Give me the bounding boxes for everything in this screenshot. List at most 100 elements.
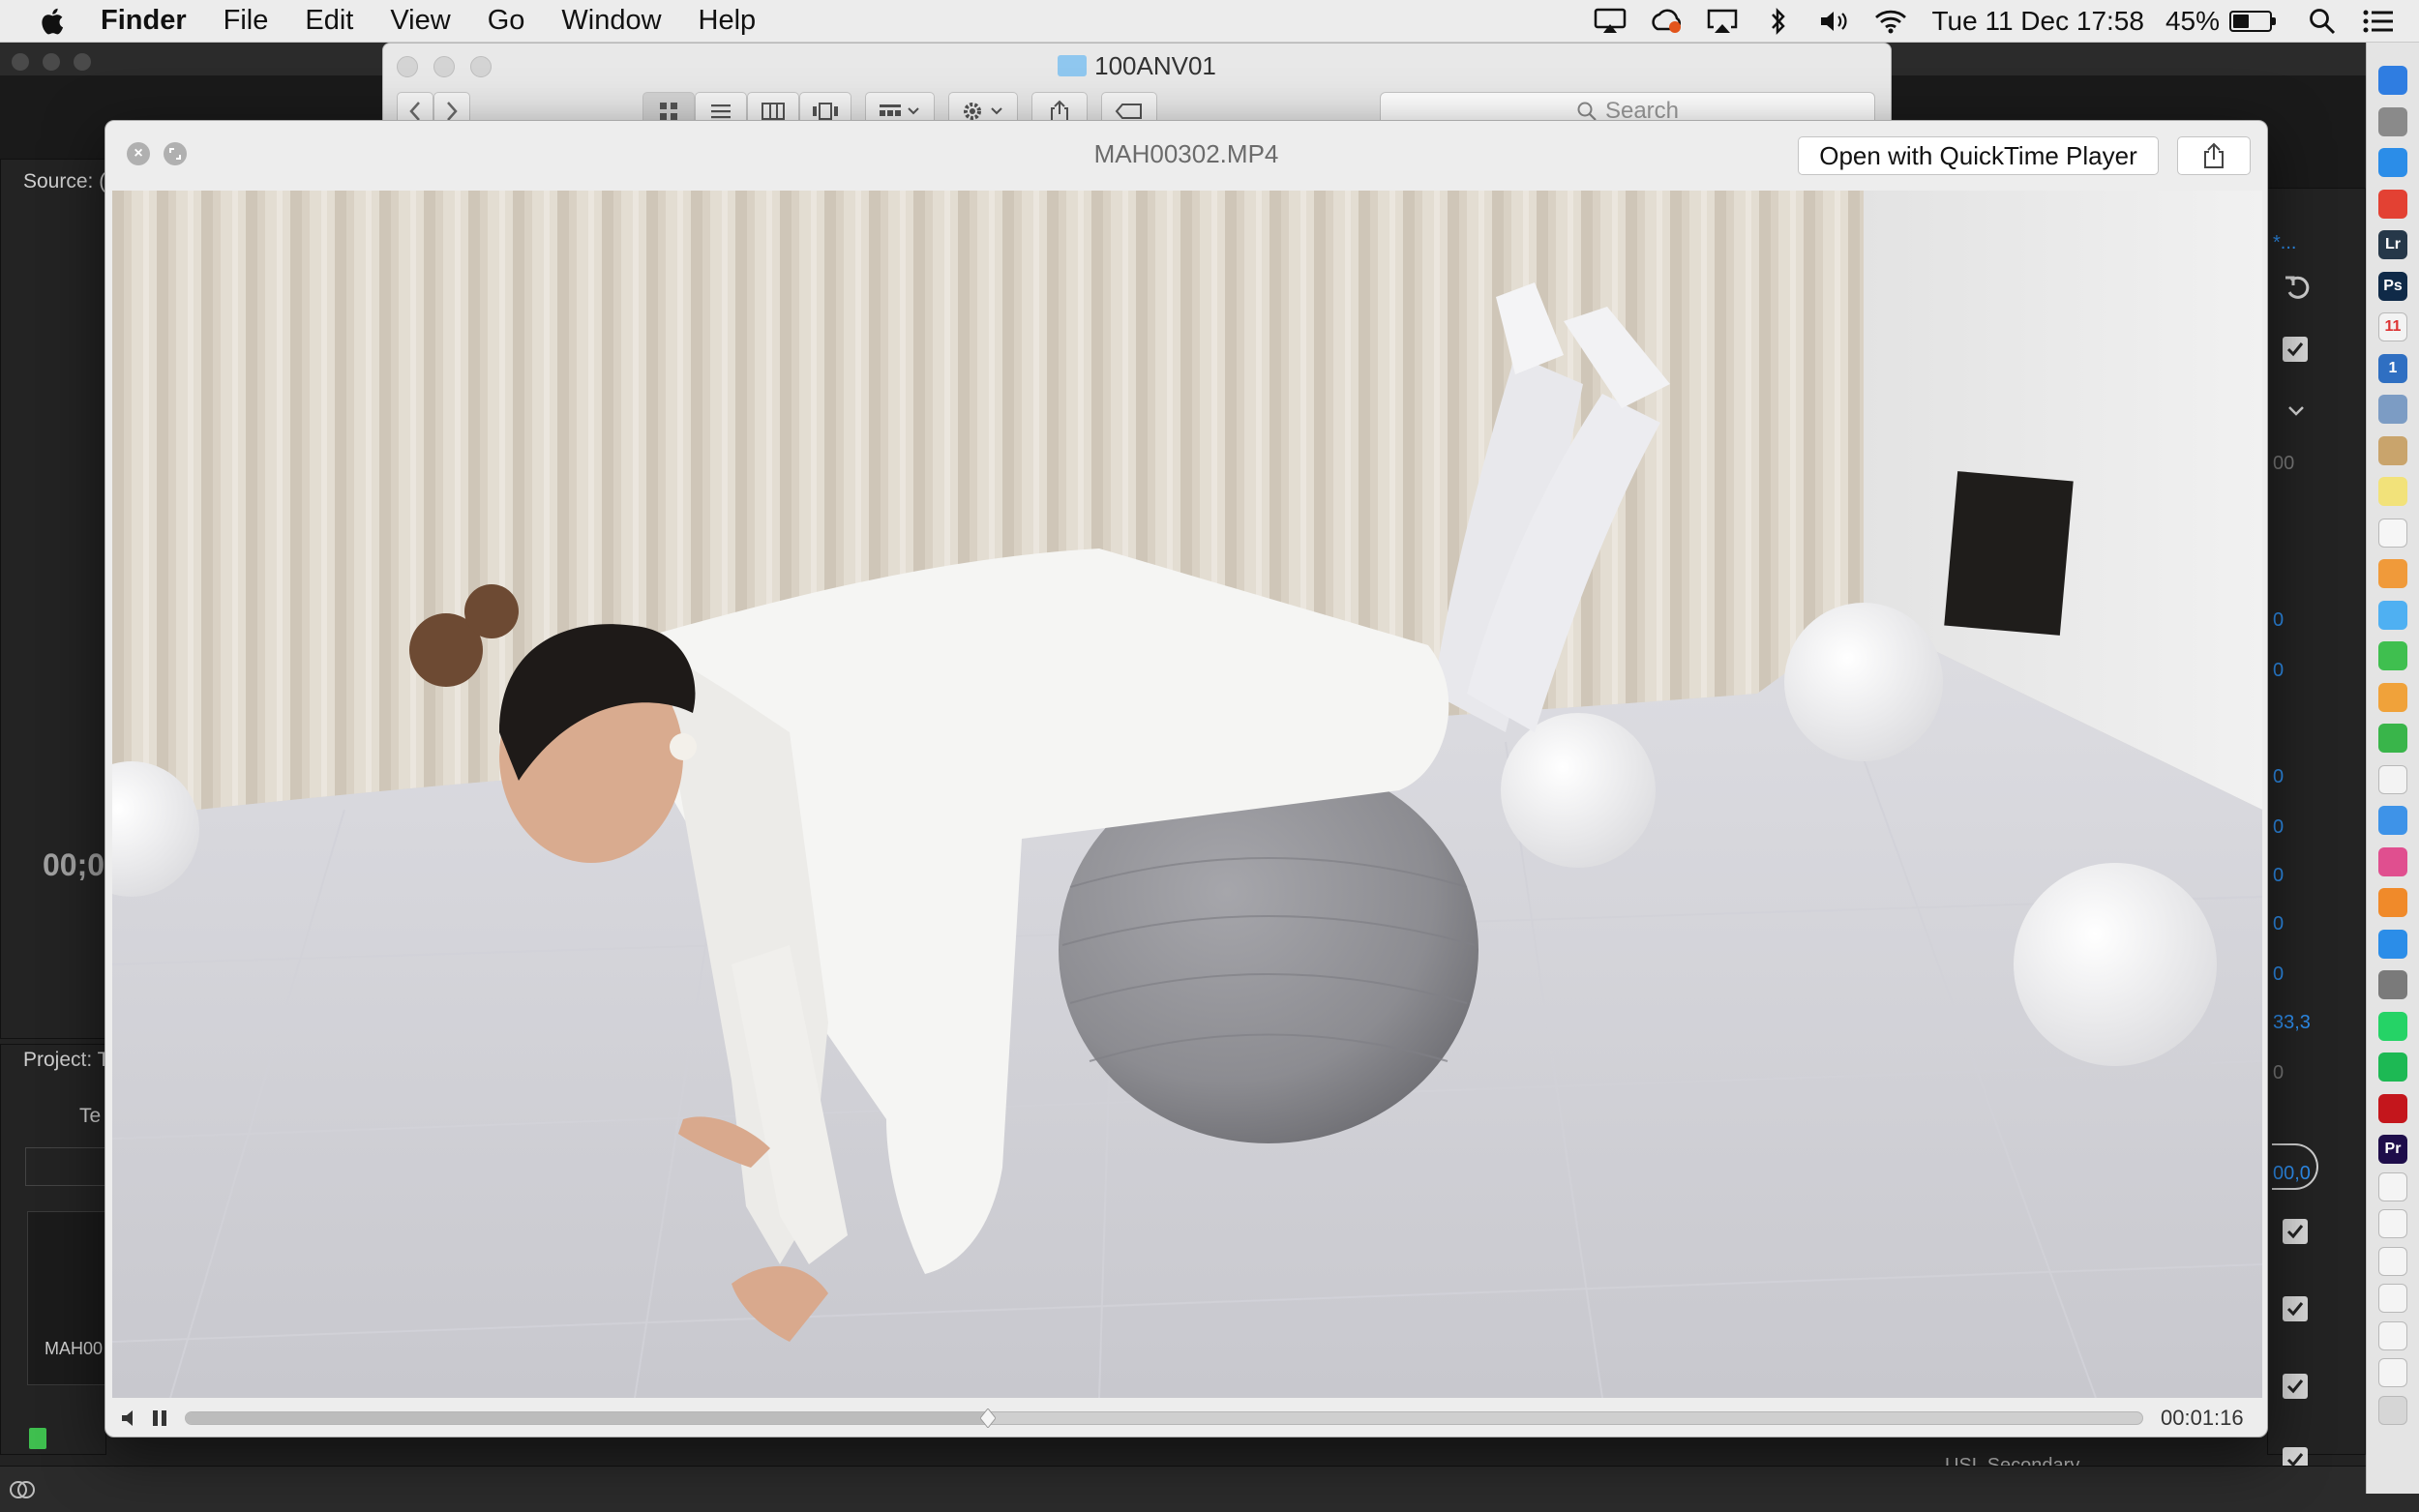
creative-cloud-icon[interactable] <box>1647 4 1686 39</box>
dock-document-6-icon[interactable] <box>2378 1358 2407 1387</box>
dock-reminders-icon[interactable] <box>2378 518 2407 548</box>
effect-checkbox-4[interactable] <box>2283 1374 2308 1399</box>
dock-facetime-icon[interactable] <box>2378 641 2407 670</box>
scrubber-track[interactable] <box>185 1408 2143 1429</box>
dock-contacts-icon[interactable] <box>2378 435 2407 465</box>
dock-document-4-icon[interactable] <box>2378 1284 2407 1313</box>
menu-finder[interactable]: Finder <box>101 5 187 37</box>
volume-icon[interactable] <box>1815 4 1854 39</box>
dock-launchpad-icon[interactable] <box>2378 106 2407 136</box>
premiere-close-button[interactable] <box>12 53 29 71</box>
video-frame-image <box>112 191 2262 1398</box>
project-item[interactable]: Te <box>79 1105 101 1128</box>
effect-value-8[interactable]: 0 <box>2273 964 2284 986</box>
dock-trash-icon[interactable] <box>2378 1395 2407 1425</box>
dock-textedit-icon[interactable] <box>2378 764 2407 794</box>
effect-value-5[interactable]: 0 <box>2273 816 2284 839</box>
source-panel-label[interactable]: Source: ( <box>23 170 105 193</box>
effect-value-1[interactable]: 00 <box>2273 453 2294 475</box>
menu-view[interactable]: View <box>390 5 450 37</box>
open-with-quicktime-button[interactable]: Open with QuickTime Player <box>1798 136 2159 175</box>
source-timecode[interactable]: 00;0 <box>43 847 105 883</box>
dock-finder-icon[interactable] <box>2378 66 2407 95</box>
effect-value-4[interactable]: 0 <box>2273 766 2284 788</box>
lock-icon[interactable] <box>29 1428 46 1449</box>
dock-document-2-icon[interactable] <box>2378 1209 2407 1238</box>
menu-help[interactable]: Help <box>699 5 757 37</box>
notification-center-icon[interactable] <box>2359 4 2398 39</box>
project-clip-name[interactable]: MAH00 <box>45 1339 103 1359</box>
effect-value-7[interactable]: 0 <box>2273 913 2284 935</box>
dock-document-1-icon[interactable] <box>2378 1171 2407 1201</box>
dock-chrome-icon[interactable] <box>2378 189 2407 219</box>
dock-calendar-icon[interactable]: 11 <box>2378 312 2407 341</box>
menu-edit[interactable]: Edit <box>305 5 353 37</box>
dock-photoshop-label: Ps <box>2383 277 2403 294</box>
battery-percent[interactable]: 45% <box>2165 6 2220 37</box>
apple-logo-icon[interactable] <box>35 6 70 37</box>
dock-app-store-icon[interactable] <box>2378 929 2407 959</box>
dock-acrobat-icon[interactable] <box>2378 1093 2407 1123</box>
dock-document-3-icon[interactable] <box>2378 1246 2407 1276</box>
clock[interactable]: Tue 11 Dec 17:58 <box>1931 6 2143 37</box>
finder-title-text: 100ANV01 <box>1094 51 1216 80</box>
spotlight-search-icon[interactable] <box>2303 4 2342 39</box>
menu-bar: Finder File Edit View Go Window Help Tue… <box>0 0 2419 43</box>
bluetooth-icon[interactable] <box>1759 4 1798 39</box>
pause-icon[interactable] <box>148 1407 171 1430</box>
menu-window[interactable]: Window <box>561 5 661 37</box>
dock-document-5-icon[interactable] <box>2378 1320 2407 1350</box>
dock-ibooks-icon[interactable] <box>2378 888 2407 917</box>
effect-value-9[interactable]: 33,3 <box>2273 1012 2311 1034</box>
premiere-minimize-button[interactable] <box>43 53 60 71</box>
battery-icon[interactable] <box>2229 11 2276 32</box>
effect-value-3[interactable]: 0 <box>2273 660 2284 682</box>
dock-preview-icon[interactable] <box>2378 395 2407 424</box>
dock-spotify-icon[interactable] <box>2378 1052 2407 1082</box>
opacity-dial[interactable] <box>2272 1143 2318 1190</box>
effect-value-2[interactable]: 0 <box>2273 609 2284 632</box>
project-search-field[interactable] <box>25 1147 106 1186</box>
dock-lightroom-icon[interactable]: Lr <box>2378 230 2407 259</box>
volume-icon[interactable] <box>119 1407 142 1430</box>
source-panel <box>0 159 106 1039</box>
battery-fill <box>2233 15 2250 28</box>
scrubber-playhead[interactable] <box>979 1408 997 1429</box>
dock-mail-icon[interactable] <box>2378 806 2407 835</box>
dock-numbers-icon[interactable] <box>2378 724 2407 753</box>
share-icon[interactable] <box>2177 136 2251 175</box>
dock-1password-label: 1 <box>2388 359 2398 376</box>
menu-file[interactable]: File <box>224 5 269 37</box>
dock-1password-icon[interactable]: 1 <box>2378 353 2407 383</box>
chevron-down-icon[interactable] <box>2284 399 2309 424</box>
wifi-icon[interactable] <box>1871 4 1910 39</box>
dock-messages-icon[interactable] <box>2378 600 2407 630</box>
effect-value-10[interactable]: 0 <box>2273 1062 2284 1084</box>
dock-whatsapp-icon[interactable] <box>2378 1011 2407 1041</box>
airplay-display-icon[interactable] <box>1591 4 1629 39</box>
creative-cloud-status-icon[interactable] <box>8 1476 37 1503</box>
premiere-zoom-button[interactable] <box>74 53 91 71</box>
screen-mirroring-icon[interactable] <box>1703 4 1742 39</box>
reset-icon[interactable] <box>2284 275 2313 300</box>
dock-system-preferences-icon[interactable] <box>2378 970 2407 999</box>
finder-window: 100ANV01 Search <box>382 43 1892 131</box>
dock-photoshop-icon[interactable]: Ps <box>2378 271 2407 301</box>
project-clip-thumbnail[interactable] <box>27 1211 106 1385</box>
dock-safari-icon[interactable] <box>2378 148 2407 177</box>
video-preview[interactable] <box>112 191 2262 1398</box>
effect-checkbox-1[interactable] <box>2283 337 2308 362</box>
effect-value-0[interactable]: *... <box>2273 232 2296 254</box>
effect-checkbox-2[interactable] <box>2283 1219 2308 1244</box>
project-panel-label[interactable]: Project: T <box>23 1049 109 1072</box>
dock-photos-icon[interactable] <box>2378 559 2407 588</box>
dock-notes-icon[interactable] <box>2378 477 2407 506</box>
dock-lightroom-label: Lr <box>2385 236 2401 252</box>
effect-checkbox-3[interactable] <box>2283 1296 2308 1321</box>
dock-pages-icon[interactable] <box>2378 682 2407 712</box>
dock-itunes-icon[interactable] <box>2378 846 2407 876</box>
dock-premiere-icon[interactable]: Pr <box>2378 1135 2407 1164</box>
quick-look-window: × MAH00302.MP4 Open with QuickTime Playe… <box>105 120 2268 1438</box>
menu-go[interactable]: Go <box>488 5 525 37</box>
effect-value-6[interactable]: 0 <box>2273 865 2284 887</box>
